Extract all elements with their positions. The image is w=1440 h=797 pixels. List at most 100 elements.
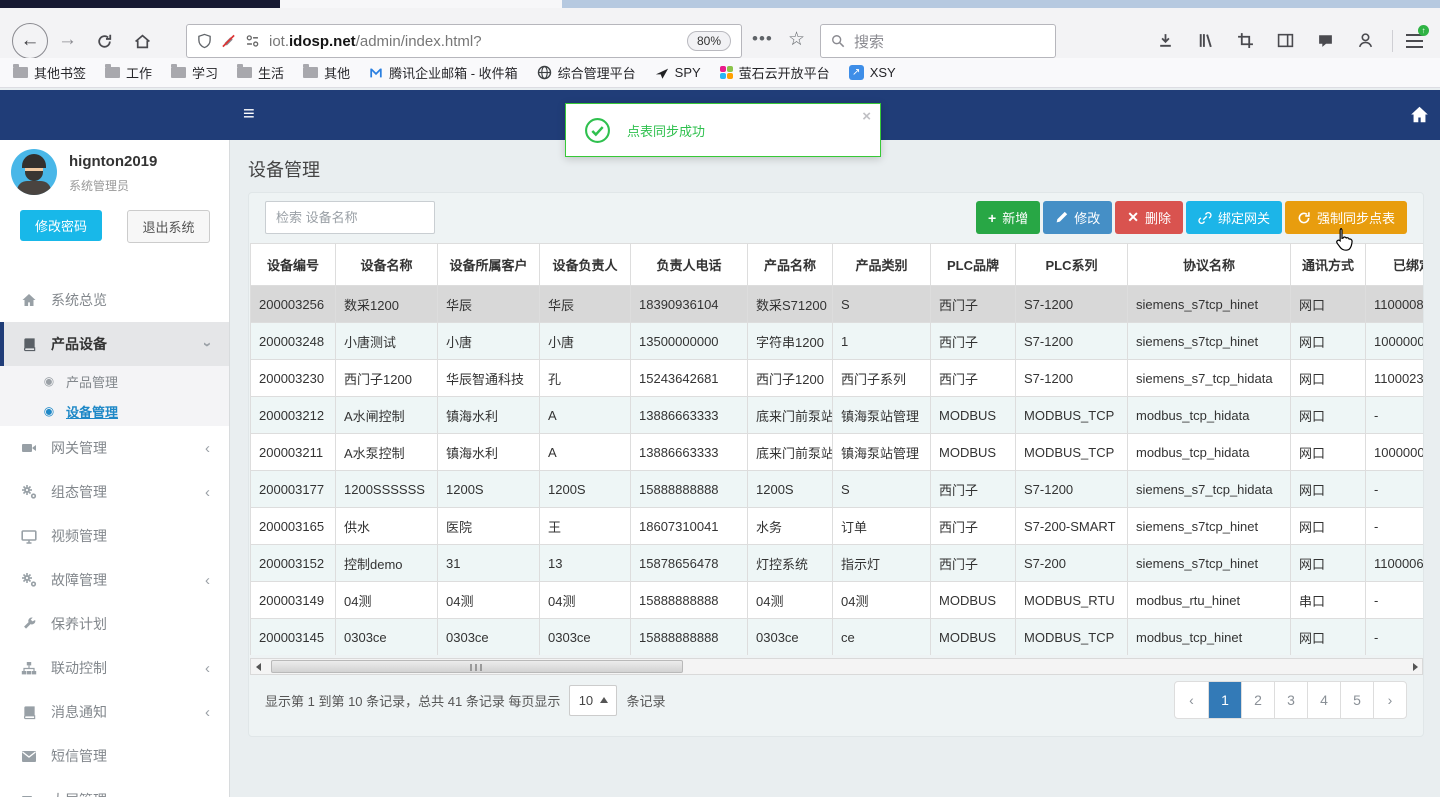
bookmark-item[interactable]: 其他书签	[13, 63, 86, 82]
bookmark-item[interactable]: 学习	[171, 63, 218, 82]
sidebar-item-screen-management[interactable]: 大屏管理	[0, 778, 229, 797]
table-row[interactable]: 200003212 A水闸控制 镇海水利 A 13886663333 底来门前泵站 镇海泵站…	[250, 396, 1423, 434]
bookmark-item[interactable]: 其他	[303, 63, 350, 82]
table-cell: 小唐	[539, 322, 631, 360]
edit-button[interactable]: 修改	[1043, 201, 1113, 234]
horizontal-scrollbar[interactable]	[250, 658, 1423, 675]
page-button-5[interactable]: 5	[1340, 682, 1373, 718]
column-header[interactable]: PLC品牌	[930, 243, 1016, 286]
permissions-icon[interactable]	[245, 33, 260, 49]
app-home-button[interactable]	[1410, 105, 1429, 127]
table-row[interactable]: 200003145 0303ce 0303ce 0303ce 15888888888 03…	[250, 618, 1423, 655]
table-row[interactable]: 200003149 04测 04测 04测 15888888888 04测 04测 MODBU…	[250, 581, 1423, 619]
column-header[interactable]: 设备名称	[335, 243, 438, 286]
x-icon: ✕	[1127, 209, 1139, 225]
table-row[interactable]: 200003152 控制demo 31 13 15878656478 灯控系统 指示灯 西门子…	[250, 544, 1423, 582]
table-row[interactable]: 200003177 1200SSSSSS 1200S 1200S 15888888888…	[250, 470, 1423, 508]
inactive-tab-fragment[interactable]	[280, 0, 562, 8]
bookmark-item[interactable]: 萤石云开放平台	[719, 63, 830, 82]
sidebar-item-maintenance-plan[interactable]: 保养计划	[0, 602, 229, 646]
browser-toolbar: ← → iot.idosp.net/admin/index.html? 80% …	[0, 8, 1440, 59]
reload-button[interactable]	[96, 33, 113, 53]
page-button-3[interactable]: 3	[1274, 682, 1307, 718]
sidebar-item-linkage-control[interactable]: 联动控制 ‹	[0, 646, 229, 690]
table-cell: -	[1365, 618, 1423, 655]
page-size-select[interactable]: 10	[569, 684, 618, 716]
table-row[interactable]: 200003248 小唐测试 小唐 小唐 13500000000 字符串1200 1 西门子 S…	[250, 322, 1423, 360]
bookmark-item[interactable]: SPY	[655, 65, 701, 80]
sidebar-item-message-notification[interactable]: 消息通知 ‹	[0, 690, 229, 734]
table-row[interactable]: 200003256 数采1200 华辰 华辰 18390936104 数采S71200 S 西…	[250, 285, 1423, 323]
sidebar-item-product-management[interactable]: ◉ 产品管理	[0, 366, 229, 396]
bookmark-star-icon[interactable]: ☆	[788, 28, 805, 51]
insecure-connection-icon[interactable]	[221, 33, 236, 49]
bookmark-item[interactable]: 工作	[105, 63, 152, 82]
zoom-level-badge[interactable]: 80%	[686, 31, 731, 51]
bookmark-item[interactable]: 生活	[237, 63, 284, 82]
bookmark-item[interactable]: 腾讯企业邮箱 - 收件箱	[369, 63, 518, 82]
sidebar-item-gateway-management[interactable]: 网关管理 ‹	[0, 426, 229, 470]
bind-gateway-button[interactable]: 绑定网关	[1185, 201, 1282, 234]
table-row[interactable]: 200003230 西门子1200 华辰智通科技孔 15243642681 西门子120…	[250, 359, 1423, 397]
table-row[interactable]: 200003211 A水泵控制 镇海水利 A 13886663333 底来门前泵站 镇海泵站…	[250, 433, 1423, 471]
sidebar-item-video-management[interactable]: 视频管理	[0, 514, 229, 558]
plus-icon: +	[988, 209, 997, 226]
browser-search-box[interactable]: 搜索	[820, 24, 1056, 58]
scroll-left-arrow[interactable]	[251, 659, 265, 674]
messages-button[interactable]	[1317, 32, 1335, 50]
column-header[interactable]: 产品名称	[747, 243, 833, 286]
table-cell: 网口	[1290, 507, 1366, 545]
page-button-1[interactable]: 1	[1208, 682, 1241, 718]
back-button[interactable]: ←	[12, 23, 48, 59]
column-header[interactable]: 产品类别	[832, 243, 931, 286]
scroll-right-arrow[interactable]	[1408, 659, 1422, 674]
device-search-input[interactable]	[265, 201, 435, 234]
add-button[interactable]: + 新增	[976, 201, 1041, 234]
change-password-button[interactable]: 修改密码	[20, 210, 102, 241]
url-bar[interactable]: iot.idosp.net/admin/index.html? 80%	[186, 24, 742, 58]
column-header[interactable]: 通讯方式	[1290, 243, 1366, 286]
tracking-shield-icon[interactable]	[197, 33, 212, 49]
active-tab-fragment[interactable]	[0, 0, 280, 8]
forward-button[interactable]: →	[58, 29, 77, 51]
table-cell: 华辰	[437, 285, 540, 323]
column-header[interactable]: 设备所属客户	[437, 243, 540, 286]
bookmark-item[interactable]: ↗ XSY	[848, 65, 896, 80]
sidebar-item-system-overview[interactable]: 系统总览	[0, 278, 229, 322]
screenshot-button[interactable]	[1237, 32, 1255, 50]
page-button-4[interactable]: 4	[1307, 682, 1340, 718]
table-cell: 0303ce	[539, 618, 631, 655]
scrollbar-thumb[interactable]	[271, 660, 683, 673]
downloads-button[interactable]	[1157, 32, 1175, 50]
sidebar-toggle-button[interactable]: ≡	[243, 103, 255, 126]
sidebar-item-config-management[interactable]: 组态管理 ‹	[0, 470, 229, 514]
sidebar-item-fault-management[interactable]: 故障管理 ‹	[0, 558, 229, 602]
column-header[interactable]: 已绑定网关	[1365, 243, 1423, 286]
delete-button[interactable]: ✕ 删除	[1115, 201, 1183, 234]
bookmark-item[interactable]: 综合管理平台	[537, 63, 636, 82]
sidebar-item-product-device[interactable]: 产品设备 ›	[0, 322, 229, 366]
column-header[interactable]: 设备负责人	[539, 243, 631, 286]
window-tabstrip	[0, 0, 1440, 8]
library-button[interactable]	[1197, 32, 1215, 50]
column-header[interactable]: 负责人电话	[630, 243, 748, 286]
column-header[interactable]: 协议名称	[1127, 243, 1291, 286]
app-menu-button[interactable]: ↑	[1406, 25, 1429, 48]
column-header[interactable]: PLC系列	[1015, 243, 1128, 286]
logout-button[interactable]: 退出系统	[127, 210, 210, 243]
next-page-button[interactable]: ›	[1373, 682, 1406, 718]
account-button[interactable]	[1357, 32, 1375, 50]
table-cell: 1200S	[539, 470, 631, 508]
home-button[interactable]	[134, 33, 151, 53]
prev-page-button[interactable]: ‹	[1175, 682, 1208, 718]
sidebar-item-device-management[interactable]: ◉ 设备管理	[0, 396, 229, 426]
avatar[interactable]	[11, 149, 57, 195]
toast-close-icon[interactable]: ×	[862, 108, 871, 125]
page-actions-button[interactable]: •••	[752, 29, 773, 49]
table-row[interactable]: 200003165 供水 医院王 18607310041 水务 订单 西门子 S7-200-S…	[250, 507, 1423, 545]
column-header[interactable]: 设备编号	[250, 243, 336, 286]
device-table: 设备编号 设备名称 设备所属客户 设备负责人 负责人电话 产品名称 产品类别 P…	[250, 243, 1423, 655]
page-button-2[interactable]: 2	[1241, 682, 1274, 718]
sidebars-button[interactable]	[1277, 32, 1295, 50]
sidebar-item-sms-management[interactable]: 短信管理	[0, 734, 229, 778]
